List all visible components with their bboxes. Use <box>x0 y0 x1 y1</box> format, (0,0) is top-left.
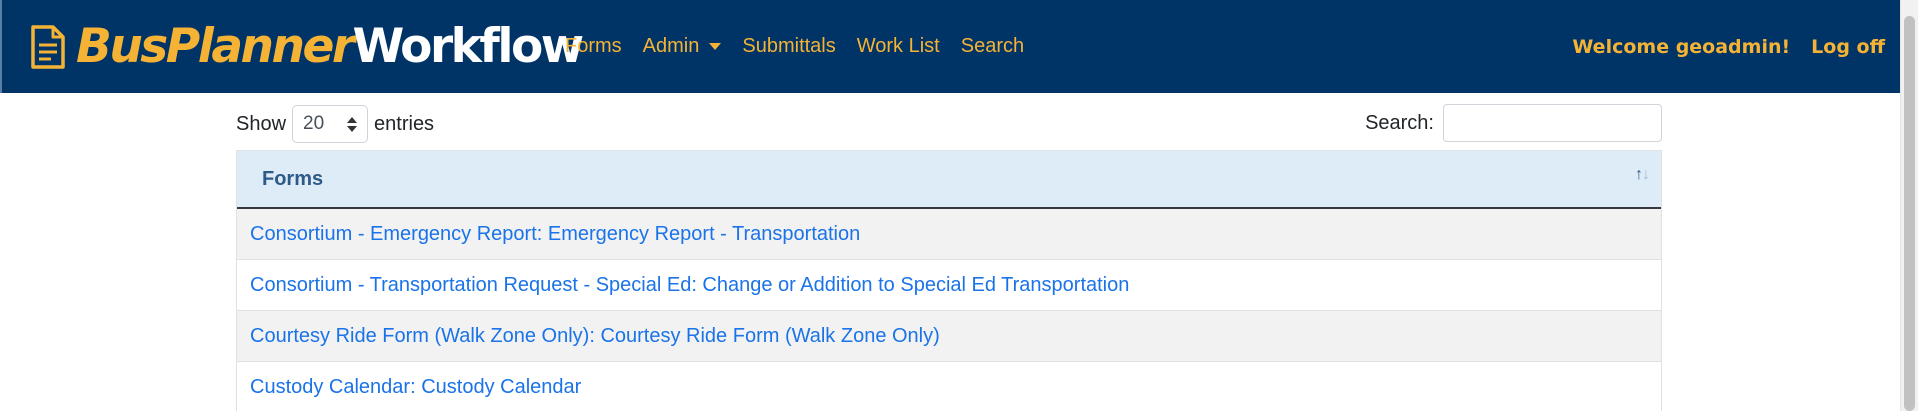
scrollbar-thumb[interactable] <box>1904 16 1915 411</box>
entries-label: entries <box>374 112 435 135</box>
brand-name: BusPlannerWorkflow <box>76 18 585 76</box>
table-body: Consortium - Emergency Report: Emergency… <box>237 209 1661 411</box>
sort-arrows-icon: ↑↓ <box>1635 166 1650 183</box>
table-row: Consortium - Transportation Request - Sp… <box>237 260 1661 311</box>
form-link[interactable]: Consortium - Transportation Request - Sp… <box>250 274 1129 297</box>
forms-header-label: Forms <box>262 167 324 190</box>
table-row: Custody Calendar: Custody Calendar <box>237 362 1661 411</box>
nav-forms[interactable]: Forms <box>565 35 622 58</box>
brand-logo[interactable]: BusPlannerWorkflow <box>30 18 585 76</box>
forms-column-header[interactable]: Forms ↑↓ <box>237 151 1661 209</box>
entries-select-value: 20 <box>303 113 325 134</box>
nav-submittals[interactable]: Submittals <box>742 35 835 58</box>
welcome-text[interactable]: Welcome geoadmin! <box>1572 36 1790 58</box>
nav-admin[interactable]: Admin <box>643 35 722 58</box>
document-icon <box>31 25 65 69</box>
user-area: Welcome geoadmin! Log off <box>1572 0 1885 93</box>
brand-name-part1: BusPlanner <box>76 19 355 74</box>
nav-links: Forms Admin Submittals Work List Search <box>565 0 1045 93</box>
entries-control: Show 20 entries <box>236 105 434 143</box>
search-control: Search: <box>1365 104 1662 142</box>
nav-search[interactable]: Search <box>961 35 1024 58</box>
top-navbar: BusPlannerWorkflow Forms Admin Submittal… <box>0 0 1900 93</box>
nav-admin-label: Admin <box>642 35 700 57</box>
search-input[interactable] <box>1443 104 1662 142</box>
table-row: Consortium - Emergency Report: Emergency… <box>237 209 1661 260</box>
form-link[interactable]: Consortium - Emergency Report: Emergency… <box>250 223 860 246</box>
entries-select[interactable]: 20 <box>292 105 369 143</box>
chevron-down-icon <box>709 43 722 50</box>
search-label: Search: <box>1365 111 1434 134</box>
nav-work-list[interactable]: Work List <box>857 35 940 58</box>
show-label: Show <box>236 112 287 135</box>
select-arrows-icon <box>347 116 358 132</box>
brand-name-part2: Workflow <box>352 19 585 74</box>
table-row: Courtesy Ride Form (Walk Zone Only): Cou… <box>237 311 1661 362</box>
forms-table: Forms ↑↓ Consortium - Emergency Report: … <box>236 150 1662 411</box>
logoff-link[interactable]: Log off <box>1811 36 1885 58</box>
form-link[interactable]: Courtesy Ride Form (Walk Zone Only): Cou… <box>250 325 940 348</box>
vertical-scrollbar[interactable] <box>1900 0 1918 411</box>
form-link[interactable]: Custody Calendar: Custody Calendar <box>250 376 581 399</box>
